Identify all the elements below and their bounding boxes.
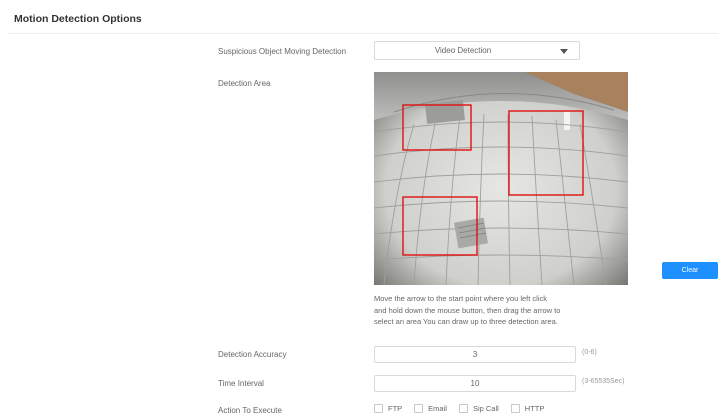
time-interval-range: (3-65535Sec) [582, 378, 625, 385]
hint-line-2: and hold down the mouse button, then dra… [374, 305, 561, 315]
chevron-down-icon[interactable] [560, 49, 568, 54]
time-interval-label: Time Interval [218, 379, 264, 388]
action-options: FTP Email Sip Call HTTP [374, 404, 556, 413]
suspicious-detection-select[interactable]: Video Detection [374, 41, 580, 60]
action-option-http[interactable]: HTTP [510, 404, 545, 413]
http-label: HTTP [524, 404, 545, 413]
ftp-checkbox[interactable] [374, 404, 383, 413]
email-label: Email [428, 404, 447, 413]
http-checkbox[interactable] [510, 404, 520, 413]
detection-accuracy-range: (0-6) [582, 349, 597, 356]
detection-area-canvas[interactable] [374, 72, 628, 285]
suspicious-detection-label: Suspicious Object Moving Detection [218, 47, 347, 56]
ftp-label: FTP [388, 404, 403, 413]
section-divider [8, 33, 718, 34]
sip-call-checkbox[interactable] [458, 404, 468, 413]
detection-accuracy-input[interactable] [374, 346, 576, 363]
action-to-execute-label: Action To Execute [218, 406, 282, 415]
action-option-sip-call[interactable]: Sip Call [458, 404, 499, 413]
hint-line-1: Move the arrow to the start point where … [374, 294, 547, 303]
email-checkbox[interactable] [414, 404, 424, 413]
suspicious-detection-value: Video Detection [434, 46, 492, 55]
sip-call-label: Sip Call [472, 404, 499, 413]
hint-line-3: select an area You can draw up to three … [374, 317, 558, 326]
clear-button[interactable]: Clear [662, 262, 718, 279]
camera-preview-image [374, 72, 628, 285]
action-option-email[interactable]: Email [414, 404, 447, 413]
detection-area-label: Detection Area [218, 79, 271, 88]
detection-area-hint: Move the arrow to the start point where … [374, 293, 604, 328]
section-title: Motion Detection Options [14, 13, 142, 25]
time-interval-input[interactable] [374, 375, 576, 392]
action-option-ftp[interactable]: FTP [374, 404, 402, 413]
detection-accuracy-label: Detection Accuracy [218, 350, 287, 359]
